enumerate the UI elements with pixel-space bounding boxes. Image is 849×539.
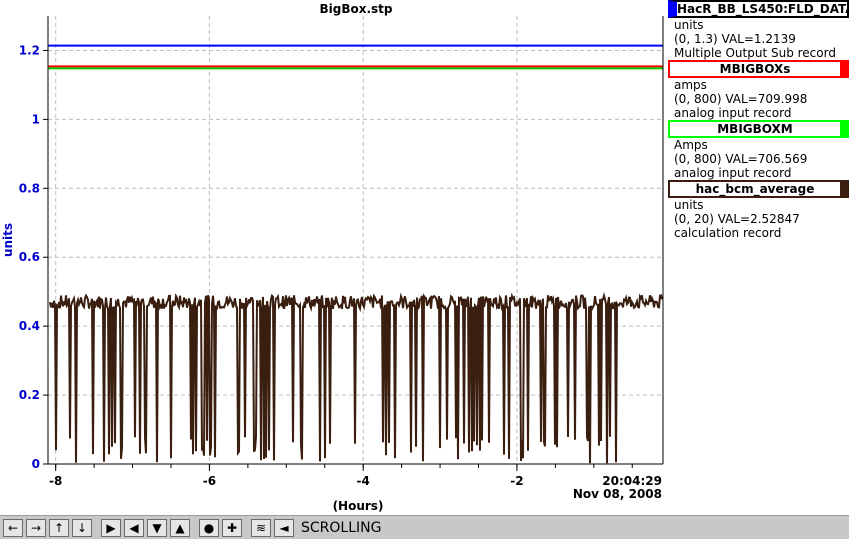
y-tick-label: 0.2 (19, 388, 40, 402)
pan-down-icon[interactable]: ↓ (72, 518, 92, 537)
x-end-date: Nov 08, 2008 (573, 487, 662, 501)
legend-record: analog input record (674, 106, 792, 120)
y-tick-label: 1 (32, 112, 40, 126)
legend-units: units (674, 18, 704, 32)
pan-left-icon[interactable]: ← (3, 518, 23, 537)
zoom-reset-icon[interactable]: ● (199, 518, 219, 537)
y-tick-label: 0.4 (19, 319, 40, 333)
series-line-3 (49, 291, 663, 464)
pan-right-icon[interactable]: → (26, 518, 46, 537)
toolbar: ← → ↑ ↓ ▶︎ ◀︎ ▼ ▲ ● ✚ ≋ ◄ SCROLLING (0, 515, 849, 539)
legend-name[interactable]: MBIGBOXM (668, 120, 849, 138)
y-tick-label: 1.2 (19, 43, 40, 57)
legend-units: units (674, 198, 704, 212)
legend-name[interactable]: HacR_BB_LS450:FLD_DATA (668, 0, 849, 18)
x-tick-label: -8 (49, 474, 62, 488)
legend-entry-fld-data[interactable]: HacR_BB_LS450:FLD_DATA units (0, 1.3) VA… (668, 0, 849, 60)
legend-units: Amps (674, 138, 708, 152)
legend-record: Multiple Output Sub record (674, 46, 836, 60)
legend-range-val: (0, 800) VAL=706.569 (674, 152, 808, 166)
zoom-in-x-icon[interactable]: ▶︎ (101, 518, 121, 537)
legend-entry-bcm-average[interactable]: hac_bcm_average units (0, 20) VAL=2.5284… (668, 180, 849, 240)
legend: HacR_BB_LS450:FLD_DATA units (0, 1.3) VA… (668, 0, 849, 240)
legend-name[interactable]: hac_bcm_average (668, 180, 849, 198)
legend-record: analog input record (674, 166, 792, 180)
pan-up-icon[interactable]: ↑ (49, 518, 69, 537)
x-tick-label: -2 (510, 474, 523, 488)
legend-entry-mbigboxs[interactable]: MBIGBOXs amps (0, 800) VAL=709.998 analo… (668, 60, 849, 120)
legend-entry-mbigboxm[interactable]: MBIGBOXM Amps (0, 800) VAL=706.569 analo… (668, 120, 849, 180)
legend-range-val: (0, 1.3) VAL=1.2139 (674, 32, 796, 46)
legend-name[interactable]: MBIGBOXs (668, 60, 849, 78)
y-tick-label: 0.8 (19, 181, 40, 195)
zoom-in-y-icon[interactable]: ▼ (147, 518, 167, 537)
y-tick-label: 0 (32, 457, 40, 471)
scroll-mode-icon[interactable]: ≋ (251, 518, 271, 537)
legend-range-val: (0, 20) VAL=2.52847 (674, 212, 800, 226)
x-tick-label: -6 (203, 474, 216, 488)
x-end-time: 20:04:29 (602, 474, 662, 488)
zoom-out-y-icon[interactable]: ▲ (170, 518, 190, 537)
legend-units: amps (674, 78, 707, 92)
zoom-out-x-icon[interactable]: ◀︎ (124, 518, 144, 537)
x-tick-label: -4 (357, 474, 370, 488)
x-axis-label: (Hours) (333, 499, 384, 513)
y-tick-label: 0.6 (19, 250, 40, 264)
back-icon[interactable]: ◄ (274, 518, 294, 537)
zoom-in-icon[interactable]: ✚ (222, 518, 242, 537)
chart-title: BigBox.stp (319, 2, 392, 16)
y-axis-label: units (1, 223, 15, 257)
legend-record: calculation record (674, 226, 782, 240)
legend-range-val: (0, 800) VAL=709.998 (674, 92, 808, 106)
mode-label: SCROLLING (301, 519, 382, 536)
